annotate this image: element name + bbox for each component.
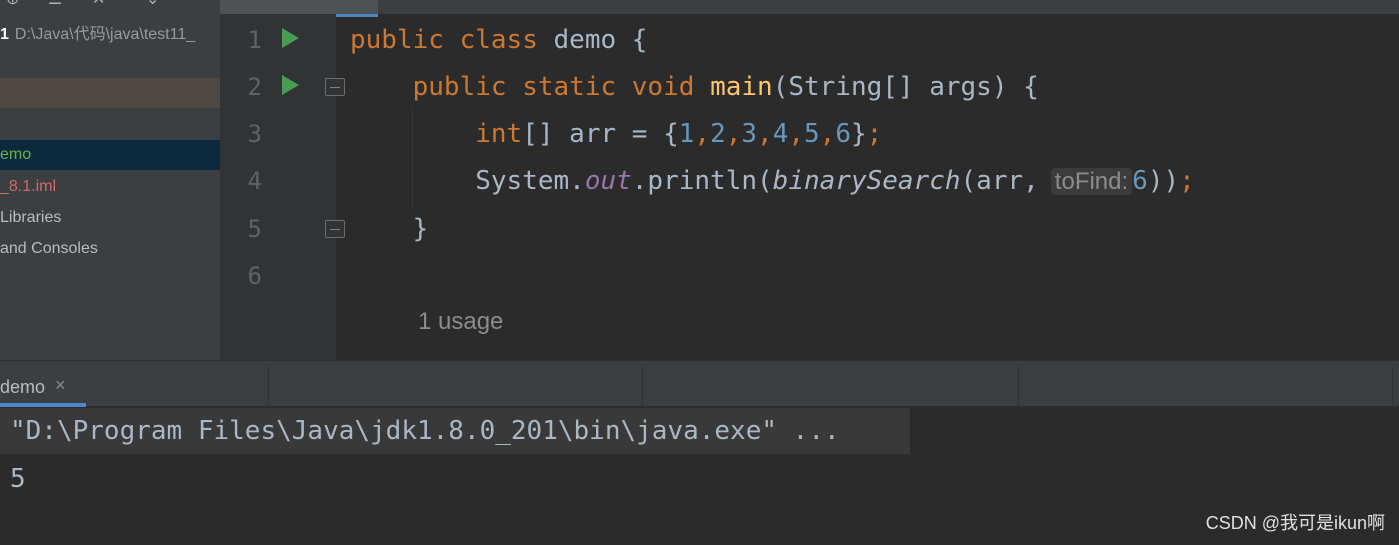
close-icon[interactable]: × [55, 375, 66, 396]
brace: } [850, 119, 867, 149]
brace: { [631, 25, 648, 55]
run-main-icon[interactable] [282, 75, 299, 95]
run-class-icon[interactable] [282, 28, 299, 48]
keyword: public [350, 25, 444, 55]
editor-gutter: 1 2 3 4 5 6 [220, 14, 345, 360]
tree-item-scratches[interactable]: and Consoles [0, 234, 220, 264]
console-command[interactable]: "D:\Program Files\Java\jdk1.8.0_201\bin\… [10, 414, 840, 448]
run-panel: demo × "D:\Program Files\Java\jdk1.8.0_2… [0, 360, 1399, 545]
target-icon[interactable]: ⊕ [6, 0, 19, 8]
number-literal: 5 [804, 119, 820, 149]
declaration: [] arr = { [522, 119, 679, 149]
editor-tab-bar [220, 0, 1399, 17]
tree-item-external-libraries[interactable]: Libraries [0, 203, 220, 233]
params: (String[] args) { [772, 72, 1039, 102]
watermark: CSDN @我可是ikun啊 [1205, 513, 1385, 533]
collapse-icon[interactable]: ☰ [48, 0, 62, 8]
divider [1392, 367, 1393, 407]
number-literal: 2 [710, 119, 726, 149]
project-panel: ⊕ ☰ ✕ ⌄ 1 D:\Java\代码\java\test11_ emo _8.… [0, 0, 220, 360]
keyword: void [631, 72, 695, 102]
tree-item-selected[interactable] [0, 78, 220, 108]
fold-icon[interactable] [325, 78, 345, 96]
line-number: 6 [247, 262, 262, 290]
divider [268, 367, 269, 407]
run-tab-bar: demo × [0, 360, 1399, 407]
call: .println( [631, 166, 773, 196]
code-line-4: System.out.println(binarySearch(arr, toFi… [350, 165, 1195, 198]
class-name: demo [553, 25, 617, 55]
fold-icon[interactable] [325, 220, 345, 238]
expand-icon[interactable]: ✕ [92, 0, 105, 8]
project-tree-root[interactable]: 1 D:\Java\代码\java\test11_ [0, 20, 220, 43]
args: (arr, [960, 166, 1039, 196]
code-line-3: int[] arr = {1,2,3,4,5,6}; [475, 119, 883, 149]
semicolon: ; [1179, 166, 1195, 196]
divider [642, 367, 643, 407]
number-literal: 4 [772, 119, 789, 149]
method-name: main [710, 72, 773, 102]
parameter-hint: toFind: [1050, 168, 1133, 195]
field: out [584, 166, 632, 196]
divider [1018, 367, 1019, 407]
line-number: 4 [247, 167, 262, 195]
method-call: binarySearch [772, 166, 961, 196]
code-editor[interactable]: 1 2 3 4 5 6 public class demo { public s… [220, 0, 1399, 360]
number-literal: 1 [678, 119, 695, 149]
semicolon: ; [866, 119, 883, 149]
tree-item-demo[interactable]: emo [0, 140, 220, 170]
number-literal: 6 [835, 119, 851, 149]
console-output: 5 [10, 464, 26, 494]
close-parens: )) [1147, 166, 1180, 196]
keyword: public [412, 72, 507, 102]
usage-hint[interactable]: 1 usage [418, 308, 503, 336]
brace: } [412, 214, 429, 244]
tab-underline [0, 403, 86, 407]
line-number: 5 [247, 215, 262, 243]
keyword: class [459, 25, 538, 55]
project-root-name: 1 [0, 26, 9, 43]
keyword: static [522, 72, 617, 102]
object: System. [475, 166, 585, 196]
run-tab-demo[interactable]: demo × [0, 367, 86, 407]
number-literal: 6 [1132, 166, 1148, 196]
code-line-5: } [350, 213, 429, 245]
line-number: 1 [247, 26, 262, 54]
tree-item-iml[interactable]: _8.1.iml [0, 172, 220, 202]
line-number: 3 [247, 120, 262, 148]
project-toolbar: ⊕ ☰ ✕ ⌄ [0, 0, 220, 8]
run-tab-label: demo [0, 377, 46, 397]
code-line-2: public static void main(String[] args) { [350, 71, 1039, 103]
project-root-path: D:\Java\代码\java\test11_ [14, 26, 196, 43]
line-number: 2 [247, 73, 262, 101]
keyword: int [475, 119, 523, 149]
code-line-1: public class demo { [350, 24, 647, 56]
chevron-down-icon[interactable]: ⌄ [146, 0, 159, 8]
number-literal: 3 [741, 119, 758, 149]
